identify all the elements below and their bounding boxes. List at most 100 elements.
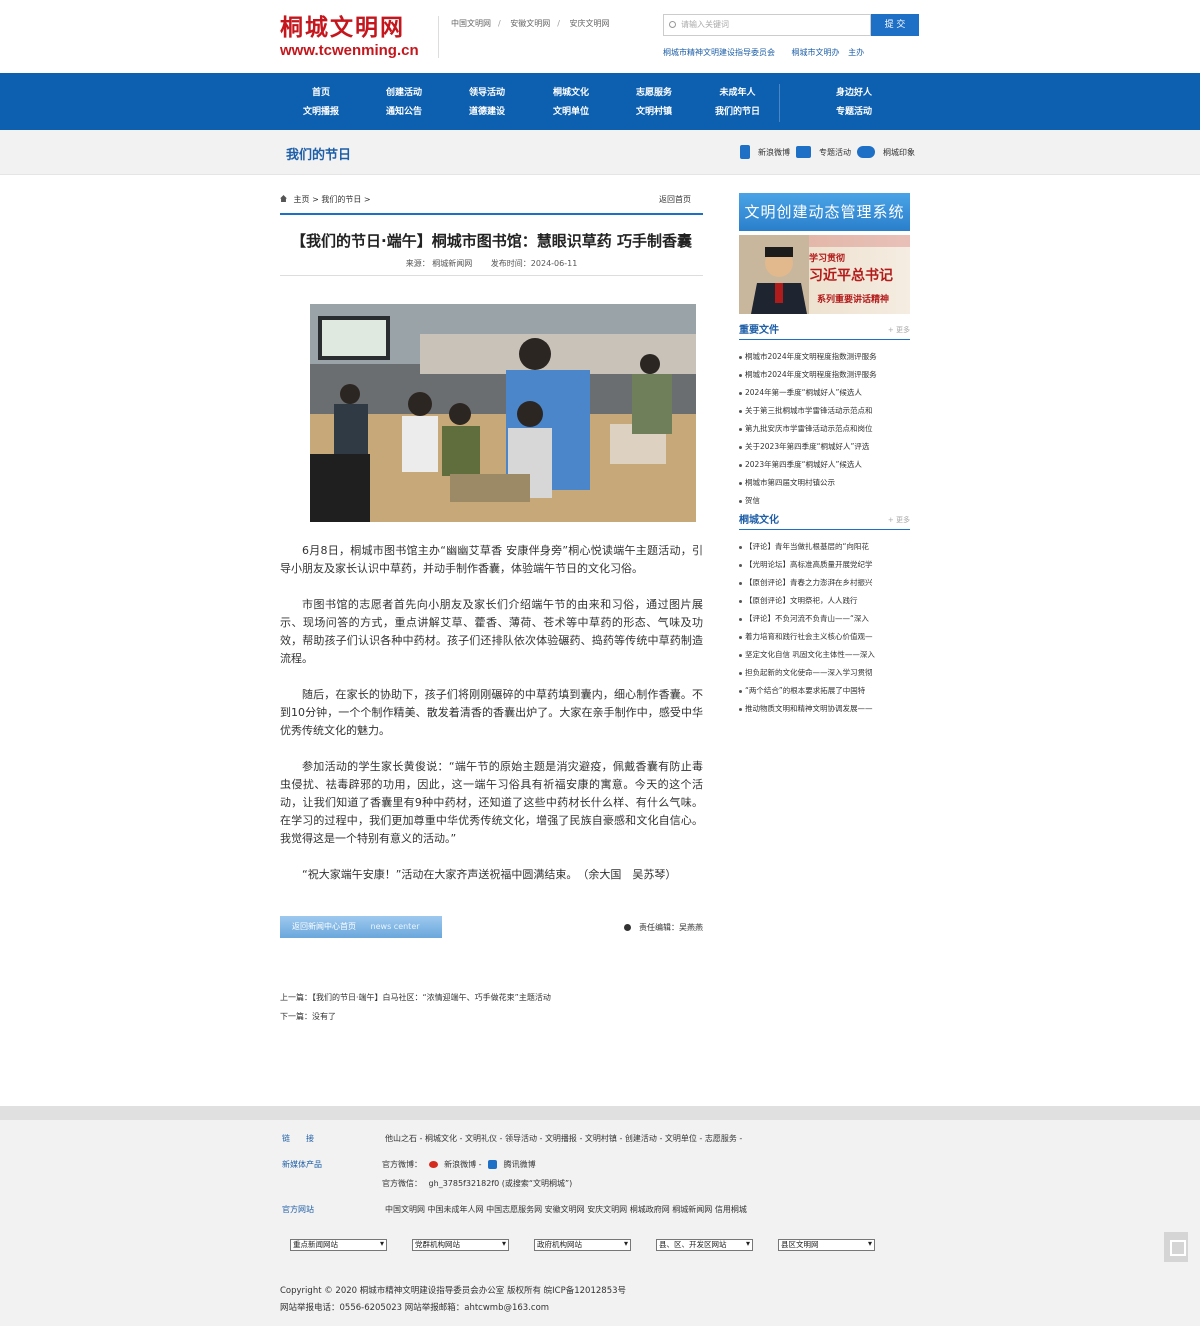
list-item[interactable]: 第九批安庆市学雷锋活动示范点和岗位 <box>739 420 910 438</box>
prev-article-link[interactable]: 上一篇：【我们的节日·端午】白马社区：“浓情迎端午、巧手做花束”主题活动 <box>280 988 703 1007</box>
footer-link[interactable]: 文明播报 - <box>545 1134 582 1143</box>
official-site-link[interactable]: 信用桐城 <box>715 1205 747 1214</box>
list-item[interactable]: 【原创评论】青春之力澎湃在乡村振兴 <box>739 574 910 592</box>
footer-official-sites: 中国文明网 中国未成年人网 中国志愿服务网 安徽文明网 安庆文明网 桐城政府网 … <box>385 1204 747 1215</box>
footer-link[interactable]: 文明礼仪 - <box>465 1134 502 1143</box>
list-item[interactable]: 【光明论坛】高标准高质量开展党纪学 <box>739 556 910 574</box>
list-item[interactable]: 关于第三批桐城市学雷锋活动示范点和 <box>739 402 910 420</box>
nav-item-minors[interactable]: 未成年人 <box>696 84 779 103</box>
banner-management-system[interactable]: 文明创建动态管理系统 <box>739 193 910 231</box>
banner-study[interactable]: 学习贯彻 习近平总书记 系列重要讲话精神 <box>739 235 910 314</box>
official-site-link[interactable]: 中国志愿服务网 <box>486 1205 542 1214</box>
nav-item-notice[interactable]: 通知公告 <box>362 103 446 122</box>
site-logo[interactable]: 桐城文明网 www.tcwenming.cn <box>280 14 419 60</box>
back-news-center-label: 返回新闻中心首页 <box>292 922 356 931</box>
footer-link[interactable]: 桐城文化 - <box>425 1134 462 1143</box>
list-item[interactable]: 【评论】青年当做扎根基层的“向阳花 <box>739 538 910 556</box>
important-docs-more[interactable]: + 更多 <box>888 325 910 335</box>
footer-wechat: 官方微信： gh_3785f32182f0 (或搜索“文明桐城”) <box>382 1178 576 1189</box>
tool-impression[interactable]: 桐城印象 <box>883 147 915 158</box>
nav-item-home[interactable]: 首页 <box>279 84 363 103</box>
list-item[interactable]: 着力培育和践行社会主义核心价值观— <box>739 628 910 646</box>
sina-weibo-link[interactable]: 新浪微博 <box>444 1160 476 1169</box>
copyright-text: Copyright © 2020 桐城市精神文明建设指导委员会办公室 版权所有 … <box>280 1286 627 1296</box>
footer-link[interactable]: 文明单位 - <box>665 1134 702 1143</box>
official-site-link[interactable]: 桐城新闻网 <box>672 1205 712 1214</box>
list-item[interactable]: 桐城市第四届文明村镇公示 <box>739 474 910 492</box>
search-submit-button[interactable]: 提 交 <box>871 14 919 36</box>
nav-item-culture[interactable]: 桐城文化 <box>529 84 613 103</box>
select-government-sites[interactable]: 政府机构网站 <box>534 1239 631 1251</box>
nav-col-7: 身边好人 专题活动 <box>812 84 896 122</box>
select-county-civilization-sites[interactable]: 县区文明网 <box>778 1239 875 1251</box>
list-item[interactable]: 【原创评论】文明祭祀，人人践行 <box>739 592 910 610</box>
official-site-link[interactable]: 桐城政府网 <box>630 1205 670 1214</box>
culture-more[interactable]: + 更多 <box>888 515 910 525</box>
nav-item-morality[interactable]: 道德建设 <box>445 103 529 122</box>
list-item[interactable]: 推动物质文明和精神文明协调发展—— <box>739 700 910 718</box>
report-text: 网站举报电话：0556-6205023 网站举报邮箱：ahtcwmb@163.c… <box>280 1303 550 1313</box>
list-item[interactable]: 桐城市2024年度文明程度指数测评服务 <box>739 366 910 384</box>
tool-weibo[interactable]: 新浪微博 <box>758 147 790 158</box>
nav-col-4: 桐城文化 文明单位 <box>529 84 613 122</box>
logo-cn: 桐城文明网 <box>280 14 405 41</box>
list-item[interactable]: 担负起新的文化使命——深入学习贯彻 <box>739 664 910 682</box>
official-site-link[interactable]: 安庆文明网 <box>587 1205 627 1214</box>
nav-item-special[interactable]: 专题活动 <box>812 103 896 122</box>
nav-item-units[interactable]: 文明单位 <box>529 103 613 122</box>
article-paragraph: 参加活动的学生家长黄俊说：“端午节的原始主题是消灾避疫，佩戴香囊有防止毒虫侵扰、… <box>280 760 703 845</box>
sub-office[interactable]: 桐城市文明办 <box>792 48 840 57</box>
article-date: 发布时间：2024-06-11 <box>490 259 578 268</box>
qr-code-icon[interactable] <box>1164 1232 1188 1262</box>
official-site-link[interactable]: 安徽文明网 <box>545 1205 585 1214</box>
sub-org[interactable]: 桐城市精神文明建设指导委员会 <box>663 48 775 57</box>
list-item[interactable]: “两个结合”的根本要求拓展了中国特 <box>739 682 910 700</box>
search-placeholder: 请输入关键词 <box>681 20 729 29</box>
weibo-label: 官方微博： <box>382 1160 422 1169</box>
toplink-civilization-anhui[interactable]: 安徽文明网 <box>510 19 550 28</box>
important-docs-title: 重要文件 <box>739 325 779 336</box>
footer-link[interactable]: 他山之石 - <box>385 1134 422 1143</box>
back-news-center-button[interactable]: 返回新闻中心首页 news center <box>280 916 442 938</box>
sub-host: 主办 <box>848 48 865 57</box>
important-docs-list: 桐城市2024年度文明程度指数测评服务 桐城市2024年度文明程度指数测评服务 … <box>739 340 910 510</box>
list-item[interactable]: 桐城市2024年度文明程度指数测评服务 <box>739 348 910 366</box>
tencent-weibo-link[interactable]: 腾讯微博 <box>504 1160 536 1169</box>
footer-link[interactable]: 领导活动 - <box>505 1134 542 1143</box>
footer-media-label: 新媒体产品 <box>282 1160 322 1169</box>
list-item[interactable]: 关于2023年第四季度“桐城好人”评选 <box>739 438 910 456</box>
next-article-link[interactable]: 下一篇：没有了 <box>280 1007 703 1026</box>
nav-item-villages[interactable]: 文明村镇 <box>612 103 696 122</box>
article-editor: 责任编辑：吴燕燕 <box>624 922 703 933</box>
list-item[interactable]: 坚定文化自信 巩固文化主体性——深入 <box>739 646 910 664</box>
select-party-sites[interactable]: 党群机构网站 <box>412 1239 509 1251</box>
list-item[interactable]: 2024年第一季度“桐城好人”候选人 <box>739 384 910 402</box>
culture-list: 【评论】青年当做扎根基层的“向阳花 【光明论坛】高标准高质量开展党纪学 【原创评… <box>739 530 910 718</box>
section-title: 我们的节日 <box>286 148 352 163</box>
toplink-civilization-anqing[interactable]: 安庆文明网 <box>570 19 610 28</box>
nav-item-news[interactable]: 文明播报 <box>279 103 363 122</box>
select-key-news-sites[interactable]: 重点新闻网站 <box>290 1239 387 1251</box>
footer-link[interactable]: 文明村镇 - <box>585 1134 622 1143</box>
nav-item-volunteer[interactable]: 志愿服务 <box>612 84 696 103</box>
search-input[interactable]: 请输入关键词 <box>663 14 871 36</box>
toplink-civilization-china[interactable]: 中国文明网 <box>451 19 491 28</box>
nav-item-leaders[interactable]: 领导活动 <box>445 84 529 103</box>
article-paragraph: “祝大家端午安康！”活动在大家齐声送祝福中圆满结束。 （余大国 吴苏琴） <box>302 868 677 881</box>
tool-special[interactable]: 专题活动 <box>819 147 851 158</box>
list-item[interactable]: 2023年第四季度“桐城好人”候选人 <box>739 456 910 474</box>
official-site-link[interactable]: 中国文明网 <box>385 1205 425 1214</box>
footer-link[interactable]: 志愿服务 - <box>705 1134 742 1143</box>
nav-item-festivals[interactable]: 我们的节日 <box>696 103 779 122</box>
breadcrumb-home[interactable]: 主页 <box>294 195 310 204</box>
breadcrumb-current[interactable]: 我们的节日 <box>321 195 361 204</box>
list-item[interactable]: 贺信 <box>739 492 910 510</box>
official-site-link[interactable]: 中国未成年人网 <box>428 1205 484 1214</box>
footer-link[interactable]: 创建活动 - <box>625 1134 662 1143</box>
back-home-link[interactable]: 返回首页 <box>659 193 691 207</box>
nav-item-good-people[interactable]: 身边好人 <box>812 84 896 103</box>
nav-item-create[interactable]: 创建活动 <box>362 84 446 103</box>
photo-illustration <box>310 304 696 522</box>
list-item[interactable]: 【评论】不负河流不负青山——“深入 <box>739 610 910 628</box>
select-county-sites[interactable]: 县、区、开发区网站 <box>656 1239 753 1251</box>
